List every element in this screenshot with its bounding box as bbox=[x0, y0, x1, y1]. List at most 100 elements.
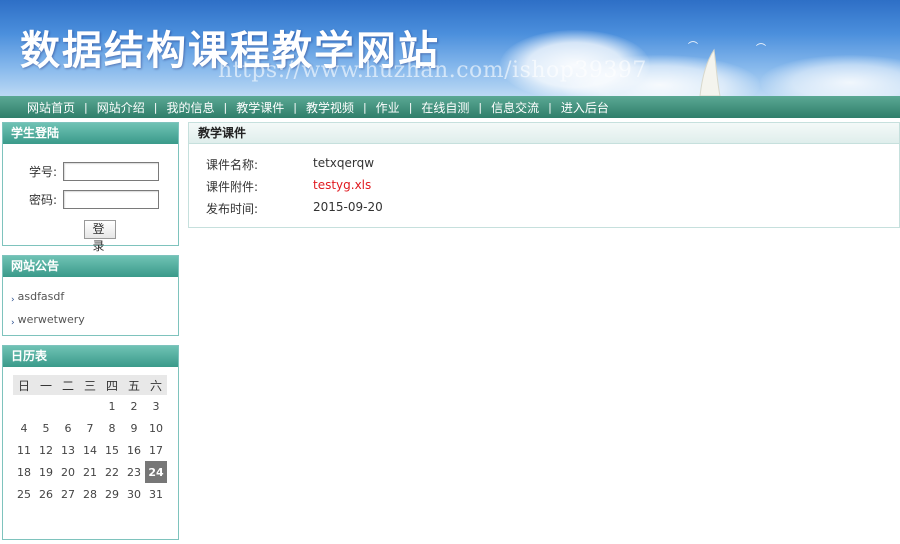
calendar-day[interactable]: 22 bbox=[101, 461, 123, 483]
weekday-label: 日 bbox=[13, 375, 35, 395]
main-nav: 网站首页 | 网站介绍 | 我的信息 | 教学课件 | 教学视频 | 作业 | … bbox=[0, 96, 900, 118]
calendar-day[interactable]: 13 bbox=[57, 439, 79, 461]
nav-item-my-info[interactable]: 我的信息 bbox=[166, 99, 214, 116]
watermark-text: https://www.huzhan.com/ishop39397 bbox=[218, 58, 647, 83]
nav-separator: | bbox=[153, 100, 158, 114]
panel-title: 学生登陆 bbox=[3, 123, 178, 144]
nav-separator: | bbox=[84, 100, 88, 114]
calendar-week-row: 25 26 27 28 29 30 31 bbox=[13, 483, 167, 505]
nav-separator: | bbox=[478, 100, 483, 114]
calendar-day[interactable]: 23 bbox=[123, 461, 145, 483]
courseware-attachment-label: 课件附件: bbox=[206, 180, 259, 194]
calendar-day[interactable]: 21 bbox=[79, 461, 101, 483]
weekday-label: 四 bbox=[101, 375, 123, 395]
weekday-label: 二 bbox=[57, 375, 79, 395]
bird-icon: ⌒ bbox=[756, 44, 766, 55]
publish-date-value: 2015-09-20 bbox=[313, 200, 383, 214]
nav-item-home[interactable]: 网站首页 bbox=[27, 99, 75, 116]
calendar-day[interactable]: 18 bbox=[13, 461, 35, 483]
calendar-day[interactable]: 26 bbox=[35, 483, 57, 505]
login-button[interactable]: 登 录 bbox=[84, 220, 116, 253]
calendar-empty-cell bbox=[79, 395, 101, 417]
calendar-body: 1 2 3 4 5 6 7 8 9 10 11 12 13 14 15 16 17 18 19 20 21 22 23 24 2… bbox=[13, 395, 167, 505]
calendar-day[interactable]: 12 bbox=[35, 439, 57, 461]
calendar-day[interactable]: 4 bbox=[13, 417, 35, 439]
calendar-day[interactable]: 31 bbox=[145, 483, 167, 505]
nav-separator: | bbox=[408, 100, 413, 114]
nav-item-about[interactable]: 网站介绍 bbox=[97, 99, 145, 116]
calendar-day[interactable]: 25 bbox=[13, 483, 35, 505]
notice-list: › asdfasdf › werwetwery bbox=[3, 277, 178, 331]
calendar-day[interactable]: 27 bbox=[57, 483, 79, 505]
calendar-empty-cell bbox=[57, 395, 79, 417]
calendar-day[interactable]: 15 bbox=[101, 439, 123, 461]
panel-title: 日历表 bbox=[3, 346, 178, 367]
calendar-empty-cell bbox=[13, 395, 35, 417]
notice-item[interactable]: › werwetwery bbox=[11, 308, 178, 331]
publish-date-label: 发布时间: bbox=[206, 202, 259, 216]
calendar-day[interactable]: 16 bbox=[123, 439, 145, 461]
calendar-day[interactable]: 14 bbox=[79, 439, 101, 461]
notice-item-text: asdfasdf bbox=[17, 290, 65, 303]
weekday-label: 一 bbox=[35, 375, 57, 395]
calendar-day[interactable]: 3 bbox=[145, 395, 167, 417]
password-input[interactable] bbox=[63, 190, 159, 209]
nav-item-courseware[interactable]: 教学课件 bbox=[236, 99, 284, 116]
nav-item-homework[interactable]: 作业 bbox=[376, 99, 400, 116]
courseware-name-row: 课件名称: tetxqerqw bbox=[206, 156, 374, 173]
calendar-day[interactable]: 8 bbox=[101, 417, 123, 439]
courseware-attachment-row: 课件附件: testyg.xls bbox=[206, 178, 371, 195]
weekday-header-row: 日 一 二 三 四 五 六 bbox=[13, 375, 167, 395]
student-id-input[interactable] bbox=[63, 162, 159, 181]
nav-separator: | bbox=[548, 100, 552, 114]
password-row: 密码: bbox=[29, 190, 159, 209]
section-title: 教学课件 bbox=[189, 123, 899, 144]
calendar-day[interactable]: 9 bbox=[123, 417, 145, 439]
student-id-label: 学号: bbox=[29, 165, 58, 179]
calendar-day[interactable]: 5 bbox=[35, 417, 57, 439]
courseware-name-value: tetxqerqw bbox=[313, 156, 375, 170]
sailboat-icon bbox=[699, 48, 721, 96]
cloud-graphic bbox=[760, 55, 900, 96]
nav-item-online-test[interactable]: 在线自测 bbox=[421, 99, 469, 116]
header-banner: ⌒ ⌒ 数据结构课程教学网站 https://www.huzhan.com/is… bbox=[0, 0, 900, 96]
nav-separator: | bbox=[362, 100, 367, 114]
calendar-grid: 日 一 二 三 四 五 六 1 2 3 4 5 6 7 8 9 10 11 12 13 14 15 16 17 1… bbox=[13, 375, 167, 505]
nav-separator: | bbox=[223, 100, 228, 114]
student-login-panel: 学生登陆 学号: 密码: 登 录 bbox=[2, 122, 179, 253]
bullet-arrow-icon: › bbox=[11, 294, 15, 305]
calendar-day[interactable]: 20 bbox=[57, 461, 79, 483]
weekday-label: 六 bbox=[145, 375, 167, 395]
notice-item[interactable]: › asdfasdf bbox=[11, 285, 178, 308]
courseware-name-label: 课件名称: bbox=[206, 158, 259, 172]
weekday-label: 五 bbox=[123, 375, 145, 395]
calendar-day[interactable]: 10 bbox=[145, 417, 167, 439]
calendar-day[interactable]: 6 bbox=[57, 417, 79, 439]
calendar-day[interactable]: 30 bbox=[123, 483, 145, 505]
nav-item-admin[interactable]: 进入后台 bbox=[561, 99, 609, 116]
site-notice-panel: 网站公告 › asdfasdf › werwetwery bbox=[2, 255, 179, 336]
weekday-label: 三 bbox=[79, 375, 101, 395]
calendar-day[interactable]: 1 bbox=[101, 395, 123, 417]
calendar-day-today[interactable]: 24 bbox=[145, 461, 167, 483]
bullet-arrow-icon: › bbox=[11, 317, 15, 328]
attachment-download-link[interactable]: testyg.xls bbox=[313, 178, 371, 195]
calendar-day[interactable]: 11 bbox=[13, 439, 35, 461]
calendar-day[interactable]: 29 bbox=[101, 483, 123, 505]
calendar-week-row: 11 12 13 14 15 16 17 bbox=[13, 439, 167, 461]
courseware-detail: 教学课件 课件名称: tetxqerqw 课件附件: testyg.xls 发布… bbox=[188, 122, 900, 228]
nav-separator: | bbox=[293, 100, 297, 114]
calendar-day[interactable]: 7 bbox=[79, 417, 101, 439]
student-id-row: 学号: bbox=[29, 162, 159, 181]
bird-icon: ⌒ bbox=[688, 42, 698, 53]
panel-title: 网站公告 bbox=[3, 256, 178, 277]
calendar-day[interactable]: 2 bbox=[123, 395, 145, 417]
calendar-empty-cell bbox=[35, 395, 57, 417]
calendar-day[interactable]: 17 bbox=[145, 439, 167, 461]
calendar-day[interactable]: 19 bbox=[35, 461, 57, 483]
password-label: 密码: bbox=[29, 193, 58, 207]
courseware-date-row: 发布时间: 2015-09-20 bbox=[206, 200, 383, 217]
nav-item-messages[interactable]: 信息交流 bbox=[491, 99, 539, 116]
nav-item-videos[interactable]: 教学视频 bbox=[306, 99, 354, 116]
calendar-day[interactable]: 28 bbox=[79, 483, 101, 505]
